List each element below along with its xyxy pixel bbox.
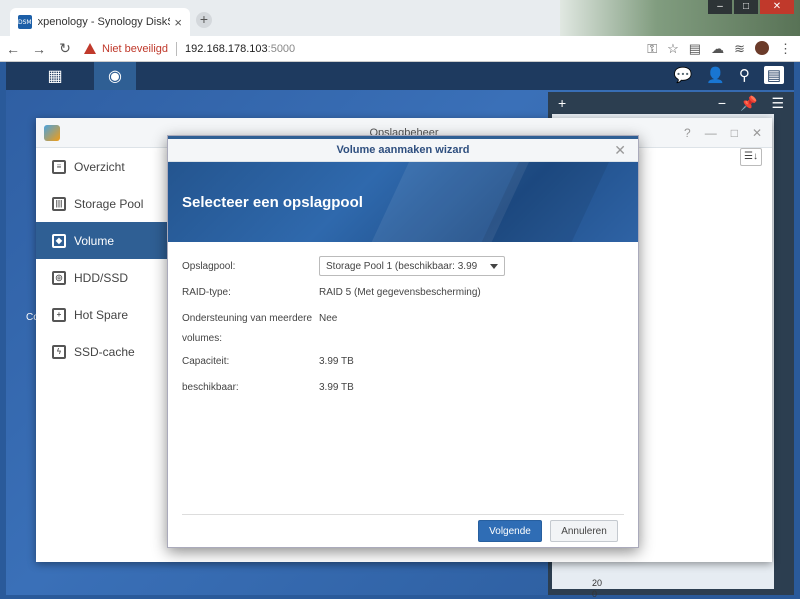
raid-value: RAID 5 (Met gegevensbescherming): [319, 287, 481, 298]
insecure-label[interactable]: Niet beveiligd: [102, 43, 168, 55]
widget-tick-0: 0: [592, 589, 598, 599]
notification-icon[interactable]: 💬: [673, 66, 692, 84]
pool-select-value: Storage Pool 1 (beschikbaar: 3.99: [326, 260, 478, 272]
collapse-widget-icon[interactable]: −: [718, 95, 726, 112]
available-value: 3.99 TB: [319, 382, 354, 393]
capacity-label: Capaciteit:: [182, 356, 230, 367]
new-tab-button[interactable]: +: [196, 12, 212, 28]
dsm-taskbar: ▦ ◉ 💬 👤 ⚲ ▤: [6, 62, 794, 90]
sidebar-item-label: Overzicht: [74, 159, 125, 174]
wizard-banner: Selecteer een opslagpool: [168, 162, 638, 242]
sidebar-item-label: HDD/SSD: [74, 270, 129, 285]
bookmark-star-icon[interactable]: ☆: [667, 41, 679, 57]
browser-tab[interactable]: DSM xpenology - Synology DiskStation ×: [10, 8, 190, 36]
wizard-footer-divider: [182, 514, 624, 515]
toolbar-icons: ⚿ ☆ ▤ ☁ ≋ ⋮: [647, 41, 792, 57]
raid-label: RAID-type:: [182, 287, 231, 298]
wizard-header: Volume aanmaken wizard ✕: [168, 136, 638, 162]
close-icon[interactable]: ✕: [752, 126, 762, 140]
wizard-step-title: Selecteer een opslagpool: [182, 194, 363, 211]
tab-title: xpenology - Synology DiskStation: [37, 16, 171, 28]
key-icon[interactable]: ⚿: [647, 41, 657, 57]
main-menu-icon[interactable]: ▦: [34, 62, 76, 90]
warning-icon: [84, 43, 96, 54]
window-controls: – □ ✕: [706, 0, 794, 14]
hot-spare-icon: +: [52, 307, 66, 322]
forward-icon[interactable]: →: [26, 41, 52, 57]
wizard-form: Opslagpool: Storage Pool 1 (beschikbaar:…: [182, 256, 622, 401]
cloud-icon[interactable]: ☁: [711, 41, 724, 57]
search-icon[interactable]: ⚲: [739, 66, 750, 84]
profile-avatar[interactable]: [755, 41, 769, 55]
sidebar-item-label: Hot Spare: [74, 307, 129, 322]
minimize-button[interactable]: –: [708, 0, 732, 14]
maximize-button[interactable]: □: [734, 0, 758, 14]
available-label: beschikbaar:: [182, 382, 239, 393]
ssd-cache-icon: ϟ: [52, 344, 66, 359]
url-text[interactable]: 192.168.178.103:5000: [185, 43, 295, 55]
tab-close-icon[interactable]: ×: [174, 15, 182, 30]
maximize-icon[interactable]: □: [731, 126, 738, 140]
storage-manager-taskbar-icon[interactable]: ◉: [94, 62, 136, 90]
back-icon[interactable]: ←: [0, 41, 26, 57]
wizard-title: Volume aanmaken wizard: [336, 144, 470, 156]
storage-manager-controls: ? — □ ✕: [684, 126, 762, 140]
sidebar-item-label: Storage Pool: [74, 196, 144, 211]
close-window-button[interactable]: ✕: [760, 0, 794, 14]
more-menu-icon[interactable]: ⋮: [779, 41, 792, 57]
cast-icon[interactable]: ≋: [734, 41, 745, 57]
sidebar-item-label: Volume: [74, 233, 115, 248]
hdd-icon: ◎: [52, 270, 66, 285]
dsm-tray: 💬 👤 ⚲ ▤: [673, 66, 784, 84]
raid-row: RAID-type: RAID 5 (Met gegevensbeschermi…: [182, 282, 622, 306]
wizard-close-icon[interactable]: ✕: [614, 142, 626, 159]
url-port: :5000: [267, 42, 296, 55]
capacity-value: 3.99 TB: [319, 356, 354, 367]
multi-volume-label: Ondersteuning van meerdere volumes:: [182, 313, 313, 344]
capacity-row: Capaciteit: 3.99 TB: [182, 351, 622, 375]
widget-tick-20: 20: [592, 578, 603, 588]
widget-settings-icon[interactable]: ☰: [771, 95, 784, 112]
dsm-favicon-icon: DSM: [18, 15, 32, 29]
minimize-icon[interactable]: —: [705, 126, 717, 140]
address-bar: ← → ↻ Niet beveiligd 192.168.178.103:500…: [0, 36, 800, 62]
volume-wizard-dialog: Volume aanmaken wizard ✕ Selecteer een o…: [167, 135, 639, 548]
pool-label: Opslagpool:: [182, 261, 236, 272]
help-icon[interactable]: ?: [684, 126, 691, 140]
sort-list-icon[interactable]: ☰↓: [740, 148, 762, 166]
pool-select[interactable]: Storage Pool 1 (beschikbaar: 3.99: [319, 256, 505, 276]
user-icon[interactable]: 👤: [706, 66, 725, 84]
pool-row: Opslagpool: Storage Pool 1 (beschikbaar:…: [182, 256, 622, 280]
chevron-down-icon: [490, 263, 498, 269]
available-row: beschikbaar: 3.99 TB: [182, 377, 622, 401]
add-widget-icon[interactable]: +: [558, 95, 566, 111]
pin-icon[interactable]: 📌: [740, 95, 757, 112]
sidebar-item-label: SSD-cache: [74, 344, 135, 359]
url-host: 192.168.178.103: [185, 42, 268, 55]
reload-icon[interactable]: ↻: [52, 40, 78, 57]
cancel-button[interactable]: Annuleren: [550, 520, 618, 542]
next-button[interactable]: Volgende: [478, 520, 542, 542]
multi-volume-value: Nee: [319, 313, 338, 324]
overview-icon: ≡: [52, 159, 66, 174]
widgets-icon[interactable]: ▤: [763, 66, 784, 84]
storage-pool-icon: |||: [52, 196, 66, 211]
multi-volume-row: Ondersteuning van meerdere volumes: Nee: [182, 308, 622, 349]
browser-titlebar: DSM xpenology - Synology DiskStation × +…: [0, 0, 800, 36]
volume-icon: ◆: [52, 233, 66, 248]
omnibox-divider: [176, 41, 178, 56]
extension-icon[interactable]: ▤: [689, 41, 701, 57]
widget-header: + − 📌 ☰: [548, 92, 794, 114]
omnibox[interactable]: Niet beveiligd 192.168.178.103:5000: [84, 41, 295, 56]
